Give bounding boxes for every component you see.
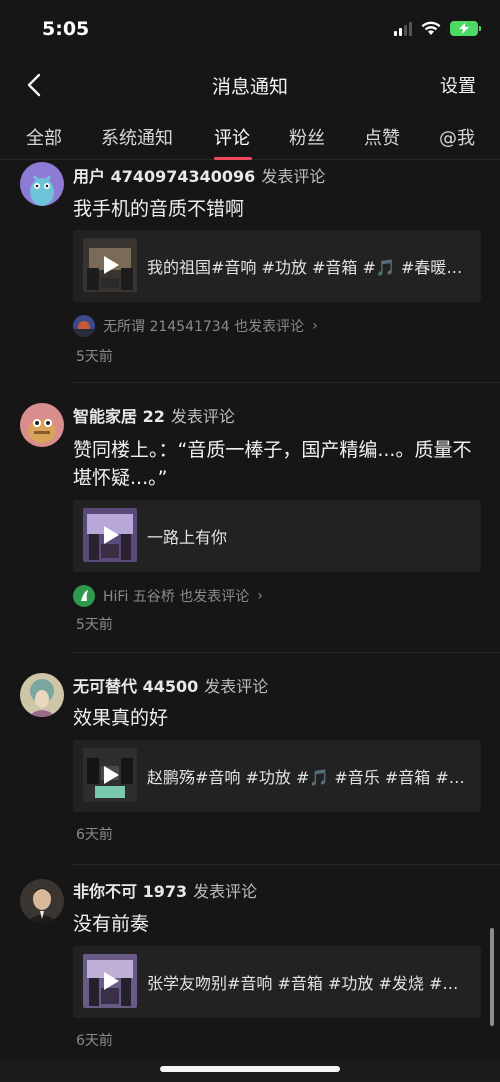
tab-comments[interactable]: 评论 xyxy=(214,124,250,150)
avatar[interactable] xyxy=(20,403,64,447)
also-commented-row[interactable]: 无所谓 214541734 也发表评论 › xyxy=(73,314,318,338)
video-card[interactable]: 张学友吻别#音响 #音箱 #功放 #发烧 #音乐 xyxy=(73,946,481,1018)
play-icon xyxy=(104,972,119,990)
also-commented-row[interactable]: HiFi 五谷桥 也发表评论 › xyxy=(73,584,263,608)
timestamp: 5天前 xyxy=(76,617,113,633)
also-commented-text: 无所谓 214541734 也发表评论 xyxy=(103,319,305,335)
comment-header: 非你不可 1973 发表评论 xyxy=(73,878,257,902)
video-title: 张学友吻别#音响 #音箱 #功放 #发烧 #音乐 xyxy=(147,974,469,993)
play-icon xyxy=(104,766,119,784)
wifi-icon xyxy=(421,21,441,35)
active-tab-indicator xyxy=(214,157,252,160)
username-link[interactable]: 无可替代 44500 xyxy=(73,677,198,696)
status-time: 5:05 xyxy=(42,18,90,40)
username-link[interactable]: 非你不可 1973 xyxy=(73,882,187,901)
comment-text: 效果真的好 xyxy=(73,707,169,729)
video-thumbnail xyxy=(83,508,137,562)
video-title: 我的祖国#音响 #功放 #音箱 #🎵 #春暖花开 xyxy=(147,258,469,277)
tab-mentions[interactable]: @我 xyxy=(439,124,475,150)
navigation-bar: 消息通知 设置 xyxy=(0,58,500,112)
tab-all[interactable]: 全部 xyxy=(26,124,62,150)
tab-fans[interactable]: 粉丝 xyxy=(289,124,325,150)
video-card[interactable]: 一路上有你 xyxy=(73,500,481,572)
video-title: 赵鹏殇#音响 #功放 #🎵 #音乐 #音箱 #发烧 xyxy=(147,768,469,787)
avatar[interactable] xyxy=(20,162,64,206)
play-icon xyxy=(104,256,119,274)
comment-header: 用户 4740974340096 发表评论 xyxy=(73,163,325,187)
status-bar: 5:05 xyxy=(0,0,500,58)
tab-likes[interactable]: 点赞 xyxy=(364,124,400,150)
mini-avatar xyxy=(73,585,95,607)
cellular-signal-icon xyxy=(394,20,412,36)
status-icons xyxy=(394,20,481,36)
video-card[interactable]: 我的祖国#音响 #功放 #音箱 #🎵 #春暖花开 xyxy=(73,230,481,302)
page-title: 消息通知 xyxy=(211,76,288,98)
video-thumbnail xyxy=(83,748,137,802)
divider xyxy=(72,864,500,865)
tab-system-notifications[interactable]: 系统通知 xyxy=(101,124,173,150)
timestamp: 5天前 xyxy=(76,349,113,365)
comment-header: 智能家居 22 发表评论 xyxy=(73,403,235,427)
video-title: 一路上有你 xyxy=(147,528,228,547)
video-thumbnail xyxy=(83,954,137,1008)
video-thumbnail xyxy=(83,238,137,292)
chevron-right-icon: › xyxy=(257,588,263,604)
timestamp: 6天前 xyxy=(76,827,113,843)
mini-avatar xyxy=(73,315,95,337)
battery-charging-icon xyxy=(450,20,481,36)
avatar[interactable] xyxy=(20,673,64,717)
action-text: 发表评论 xyxy=(170,407,235,426)
username-link[interactable]: 智能家居 22 xyxy=(73,407,165,426)
also-commented-text: HiFi 五谷桥 也发表评论 xyxy=(103,589,250,605)
video-card[interactable]: 赵鹏殇#音响 #功放 #🎵 #音乐 #音箱 #发烧 xyxy=(73,740,481,812)
play-icon xyxy=(104,526,119,544)
action-text: 发表评论 xyxy=(193,882,258,901)
timestamp: 6天前 xyxy=(76,1033,113,1049)
comment-text: 没有前奏 xyxy=(73,913,150,935)
action-text: 发表评论 xyxy=(204,677,269,696)
divider xyxy=(72,652,500,653)
chevron-right-icon: › xyxy=(312,318,318,334)
tab-bar: 全部 系统通知 评论 粉丝 点赞 @我 xyxy=(0,114,500,160)
divider xyxy=(72,382,500,383)
username-link[interactable]: 用户 4740974340096 xyxy=(73,167,255,186)
screen: 5:05 消息通知 设置 全部 系统通知 评论 粉丝 点赞 @我 用户 4740… xyxy=(0,0,500,1082)
scrollbar[interactable] xyxy=(490,928,494,1026)
action-text: 发表评论 xyxy=(261,167,326,186)
avatar[interactable] xyxy=(20,879,64,923)
home-indicator[interactable] xyxy=(160,1066,340,1072)
comment-text: 赞同楼上。：“音质一棒子，国产精编...。质量不堪怀疑...。” xyxy=(73,439,472,489)
settings-button[interactable]: 设置 xyxy=(440,72,476,98)
comment-header: 无可替代 44500 发表评论 xyxy=(73,673,268,697)
comment-text: 我手机的音质不错啊 xyxy=(73,198,245,220)
